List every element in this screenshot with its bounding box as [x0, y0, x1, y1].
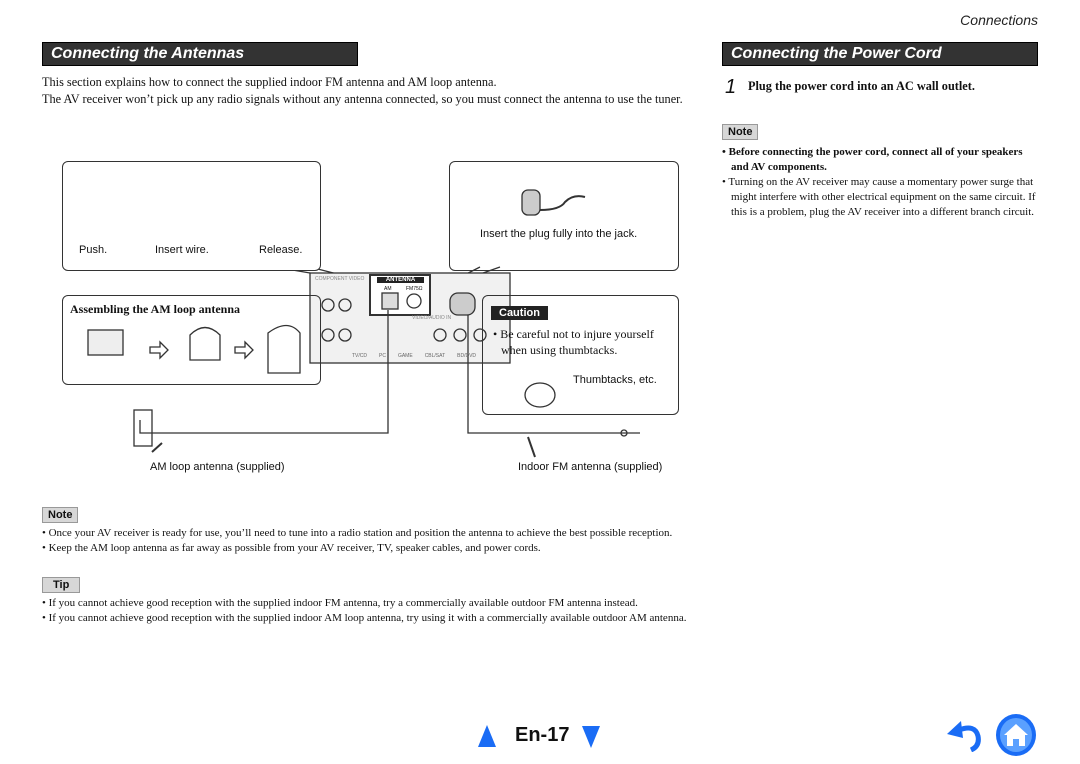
note-item: Keep the AM loop antenna as far away as … [42, 541, 692, 556]
panel-input: BD/DVD [457, 353, 477, 359]
panel-component-label: COMPONENT VIDEO [315, 276, 365, 282]
tip-item: If you cannot achieve good reception wit… [42, 611, 697, 626]
notes-list: Once your AV receiver is ready for use, … [42, 526, 692, 556]
previous-page-icon[interactable] [478, 725, 496, 747]
next-page-icon[interactable] [582, 726, 600, 748]
power-notes-list: Before connecting the power cord, connec… [722, 145, 1038, 220]
note-badge: Note [722, 124, 759, 140]
tips-list: If you cannot achieve good reception wit… [42, 596, 697, 626]
caution-box: Caution • Be careful not to injure yours… [482, 295, 679, 415]
intro-line: The AV receiver won’t pick up any radio … [42, 92, 683, 106]
section-label: Connections [960, 12, 1038, 28]
antenna-diagram: Push. Insert wire. Release. Insert the p… [40, 155, 700, 485]
plug-caption: Insert the plug fully into the jack. [480, 228, 638, 240]
panel-input: TV/CD [352, 353, 367, 359]
caution-badge: Caution [491, 306, 548, 320]
panel-input: CBL/SAT [424, 353, 446, 359]
tip-badge: Tip [42, 577, 81, 593]
panel-input: GAME [397, 353, 413, 359]
step-release: Release. [259, 244, 303, 256]
fm-antenna-label: Indoor FM antenna (supplied) [518, 461, 663, 473]
page-number: En-17 [515, 724, 570, 746]
plug-callout: Insert the plug fully into the jack. [449, 161, 679, 271]
tip-item: If you cannot achieve good reception wit… [42, 596, 697, 611]
section-title-antennas: Connecting the Antennas [42, 42, 358, 66]
panel-antenna-label: ANTENNA [377, 277, 424, 283]
caution-text: • Be careful not to injure yourself when… [493, 327, 654, 357]
wire-steps-callout: Push. Insert wire. Release. [62, 161, 321, 271]
panel-am-label: AM [384, 286, 392, 292]
am-assembly-box: Assembling the AM loop antenna [62, 295, 321, 385]
home-icon[interactable] [995, 713, 1037, 757]
am-antenna-label: AM loop antenna (supplied) [150, 461, 285, 473]
step-text: Plug the power cord into an AC wall outl… [748, 79, 975, 93]
caution-text-content: Be careful not to injure yourself when u… [500, 327, 654, 357]
note-badge: Note [42, 507, 79, 523]
step-number: 1 [725, 76, 737, 98]
section-title-power: Connecting the Power Cord [722, 42, 1038, 66]
am-assembly-title: Assembling the AM loop antenna [70, 302, 241, 316]
intro-text: This section explains how to connect the… [42, 74, 692, 108]
note-item: Before connecting the power cord, connec… [722, 145, 1038, 175]
panel-inputs: TV/CD PC GAME CBL/SAT BD/DVD [352, 353, 476, 359]
step-push: Push. [79, 244, 108, 256]
panel-video-audio-label: VIDEO/AUDIO IN [412, 315, 452, 321]
back-icon[interactable] [945, 718, 985, 752]
thumbtacks-label: Thumbtacks, etc. [573, 374, 657, 386]
note-item: Turning on the AV receiver may cause a m… [722, 175, 1038, 220]
intro-line: This section explains how to connect the… [42, 75, 497, 89]
panel-input: PC [379, 353, 386, 359]
step-insert-wire: Insert wire. [155, 244, 209, 256]
note-item: Once your AV receiver is ready for use, … [42, 526, 692, 541]
panel-fm-label: FM75Ω [406, 286, 423, 292]
